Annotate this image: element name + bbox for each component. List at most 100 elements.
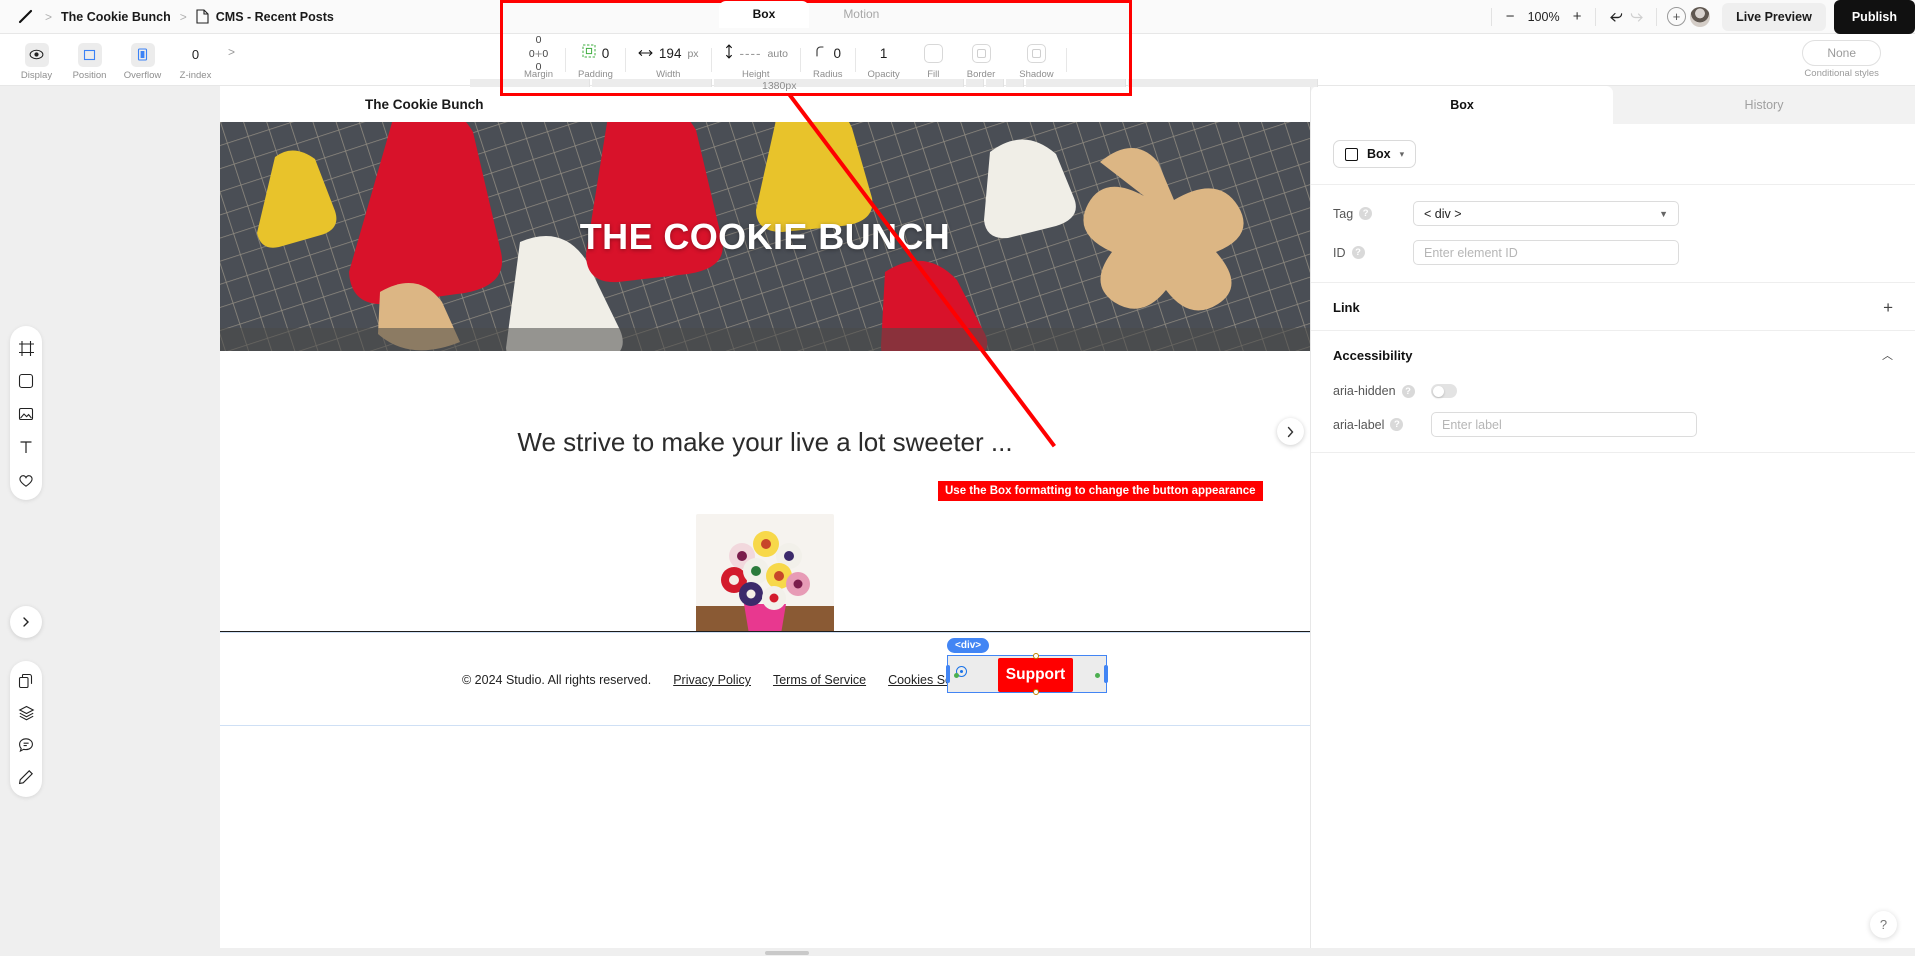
- site-title: The Cookie Bunch: [365, 96, 484, 112]
- link-section-header[interactable]: Link +: [1311, 283, 1915, 330]
- live-preview-button[interactable]: Live Preview: [1722, 2, 1826, 31]
- help-icon[interactable]: ?: [1390, 418, 1404, 431]
- tab-history[interactable]: History: [1613, 86, 1915, 124]
- canvas[interactable]: The Cookie Bunch THE COOKIE BUNCH We str…: [220, 86, 1310, 956]
- z-index-value[interactable]: 0: [192, 43, 199, 67]
- undo-icon[interactable]: [1606, 8, 1626, 26]
- pen-logo-icon[interactable]: [14, 6, 36, 28]
- shadow-swatch-icon[interactable]: [1026, 44, 1046, 63]
- heart-icon[interactable]: [16, 470, 36, 490]
- breadcrumb-site[interactable]: The Cookie Bunch: [61, 10, 171, 24]
- width-unit[interactable]: px: [687, 48, 698, 60]
- radius-label: Radius: [812, 68, 843, 80]
- text-icon[interactable]: [16, 437, 36, 457]
- fill-field[interactable]: Fill: [912, 41, 955, 80]
- tab-box-panel[interactable]: Box: [1311, 86, 1613, 124]
- conditional-style-value[interactable]: None: [1802, 40, 1881, 66]
- zoom-out-button[interactable]: −: [1502, 9, 1518, 25]
- frame-icon[interactable]: [16, 338, 36, 358]
- image-icon[interactable]: [16, 404, 36, 424]
- pages-copy-icon[interactable]: [16, 671, 36, 691]
- height-label: Height: [742, 68, 770, 80]
- zoom-in-button[interactable]: +: [1569, 9, 1585, 25]
- border-field[interactable]: Border: [955, 41, 1008, 80]
- chevron-up-icon[interactable]: ︿: [1882, 347, 1893, 363]
- height-unit[interactable]: auto: [768, 48, 788, 60]
- spacing-handle-bottom[interactable]: [1033, 689, 1039, 695]
- radius-value[interactable]: 0: [834, 46, 842, 61]
- tagline: We strive to make your live a lot sweete…: [517, 427, 1013, 457]
- id-label: ID ?: [1333, 246, 1403, 260]
- id-input[interactable]: Enter element ID: [1413, 240, 1679, 265]
- aria-label-input[interactable]: Enter label: [1431, 412, 1697, 437]
- padding-field[interactable]: 0 Padding: [566, 41, 625, 80]
- comment-icon[interactable]: [16, 735, 36, 755]
- carousel-next-button[interactable]: [1277, 418, 1304, 445]
- tag-row: Tag ? < div > ▼: [1311, 194, 1915, 233]
- padding-value[interactable]: 0: [602, 46, 610, 61]
- selected-element-outline[interactable]: Support: [946, 653, 1108, 695]
- tab-motion[interactable]: Motion: [809, 1, 913, 28]
- margin-field[interactable]: 0 0 + 0 0 Margin: [512, 34, 565, 80]
- accessibility-section-header[interactable]: Accessibility ︿: [1311, 331, 1915, 377]
- height-value[interactable]: ----: [740, 46, 762, 61]
- redo-icon[interactable]: [1626, 8, 1646, 26]
- eye-icon[interactable]: [24, 42, 49, 67]
- help-button[interactable]: ?: [1870, 911, 1897, 938]
- help-icon[interactable]: ?: [1359, 207, 1373, 220]
- style-tabs: Box Motion: [500, 0, 1132, 28]
- help-icon[interactable]: ?: [1401, 384, 1415, 398]
- width-field[interactable]: 194 px Width: [626, 41, 711, 80]
- expand-properties-chevron-right-icon[interactable]: >: [222, 39, 235, 59]
- footer-link-terms[interactable]: Terms of Service: [773, 673, 866, 687]
- breadcrumb: > The Cookie Bunch > CMS - Recent Posts: [0, 0, 334, 34]
- tab-box[interactable]: Box: [718, 1, 810, 28]
- add-link-button[interactable]: +: [1883, 299, 1893, 316]
- site-footer[interactable]: © 2024 Studio. All rights reserved. Priv…: [220, 632, 1310, 726]
- support-button[interactable]: Support: [998, 658, 1073, 692]
- flower-cookies-image[interactable]: [696, 514, 834, 638]
- overflow-icon[interactable]: [130, 42, 155, 67]
- footer-link-privacy[interactable]: Privacy Policy: [673, 673, 751, 687]
- margin-right-value[interactable]: 0: [542, 48, 548, 60]
- resize-handle-left[interactable]: [946, 665, 950, 683]
- divider: [1595, 7, 1597, 26]
- margin-top-value[interactable]: 0: [536, 34, 542, 46]
- spacing-handle-top[interactable]: [1033, 653, 1039, 659]
- canvas-scrollbar-horizontal[interactable]: [765, 951, 809, 955]
- height-field[interactable]: ---- auto Height: [712, 41, 800, 80]
- resize-handle-right[interactable]: [1104, 665, 1108, 683]
- opacity-value[interactable]: 1: [880, 46, 888, 61]
- publish-button[interactable]: Publish: [1833, 0, 1915, 34]
- tag-select[interactable]: < div > ▼: [1413, 201, 1679, 226]
- breadcrumb-page[interactable]: CMS - Recent Posts: [196, 9, 334, 24]
- display-control[interactable]: Display: [10, 39, 63, 81]
- opacity-field[interactable]: 1 Opacity: [856, 41, 912, 80]
- layers-icon[interactable]: [16, 703, 36, 723]
- position-control[interactable]: Position: [63, 39, 116, 81]
- element-type-selector[interactable]: Box ▾: [1333, 140, 1417, 168]
- overflow-control[interactable]: Overflow: [116, 39, 169, 81]
- radius-field[interactable]: 0 Radius: [801, 41, 855, 80]
- help-icon[interactable]: ?: [1351, 246, 1365, 259]
- chevron-right-icon: [23, 617, 29, 627]
- expand-rail-button[interactable]: [10, 606, 42, 638]
- position-icon[interactable]: [77, 42, 102, 67]
- tag-label: Tag ?: [1333, 207, 1403, 221]
- hero-section[interactable]: THE COOKIE BUNCH: [220, 122, 1310, 351]
- conditional-styles-label: Conditional styles: [1804, 68, 1879, 79]
- fill-swatch-icon[interactable]: [923, 44, 943, 63]
- border-swatch-icon[interactable]: [971, 44, 991, 63]
- aria-hidden-label: aria-hidden ?: [1333, 384, 1421, 398]
- aria-hidden-toggle[interactable]: [1431, 384, 1457, 398]
- shadow-field[interactable]: Shadow: [1007, 41, 1065, 80]
- width-value[interactable]: 194: [659, 46, 682, 61]
- zoom-level[interactable]: 100%: [1527, 10, 1560, 24]
- pencil-icon[interactable]: [16, 767, 36, 787]
- box-icon[interactable]: [16, 371, 36, 391]
- divider: [1656, 7, 1658, 26]
- z-index-control[interactable]: 0 Z-index: [169, 39, 222, 81]
- element-type-label: Box: [1367, 147, 1391, 161]
- invite-add-button[interactable]: +: [1667, 7, 1687, 26]
- avatar[interactable]: [1690, 6, 1711, 27]
